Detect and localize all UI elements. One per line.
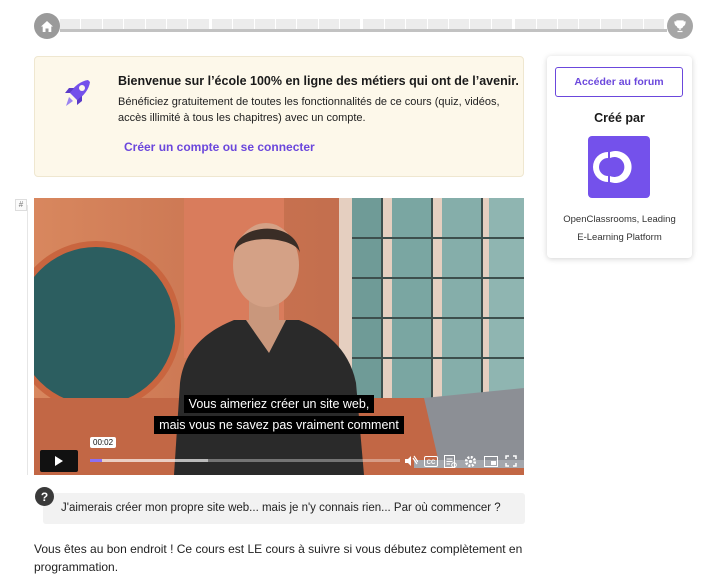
caption-line-1: Vous aimeriez créer un site web, <box>183 395 375 413</box>
author-card: Accéder au forum Créé par OpenClassrooms… <box>547 56 692 258</box>
question-text: J'aimerais créer mon propre site web... … <box>61 502 501 514</box>
subtitles-icon[interactable]: CC <box>423 454 438 468</box>
openclassrooms-logo[interactable] <box>588 136 650 198</box>
settings-gear-icon[interactable] <box>463 454 478 468</box>
created-by-title: Créé par <box>594 111 645 125</box>
caption-line-2-box: mais vous ne savez pas vraiment comment <box>34 416 524 434</box>
caption-line-2: mais vous ne savez pas vraiment comment <box>154 416 404 434</box>
section-guide-line <box>27 205 28 475</box>
author-name[interactable]: OpenClassrooms, Leading E-Learning Platf… <box>547 211 692 247</box>
rocket-icon <box>57 73 97 113</box>
question-mark-icon: ? <box>35 487 54 506</box>
fullscreen-icon[interactable] <box>503 454 518 468</box>
video-controls: 00:02 CC <box>34 437 524 475</box>
question-box: J'aimerais créer mon propre site web... … <box>43 493 525 524</box>
create-account-link[interactable]: Créer un compte ou se connecter <box>124 140 315 154</box>
course-progress-bar <box>0 0 720 52</box>
video-timeline[interactable] <box>90 459 400 462</box>
welcome-banner: Bienvenue sur l’école 100% en ligne des … <box>34 56 524 177</box>
volume-muted-icon[interactable] <box>403 454 418 468</box>
video-player[interactable]: Vous aimeriez créer un site web, mais vo… <box>34 198 524 475</box>
home-icon[interactable] <box>34 13 60 39</box>
transcript-icon[interactable] <box>443 454 458 468</box>
author-name-line1: OpenClassrooms, Leading <box>563 214 676 225</box>
forum-button[interactable]: Accéder au forum <box>555 67 683 97</box>
video-buffer <box>90 459 208 462</box>
anchor-link-icon[interactable]: # <box>15 199 27 211</box>
play-button[interactable] <box>40 450 78 472</box>
intro-paragraph: Vous êtes au bon endroit ! Ce cours est … <box>34 542 523 574</box>
progress-line <box>60 29 667 32</box>
svg-text:CC: CC <box>426 460 435 466</box>
control-icons: CC <box>403 453 518 469</box>
trophy-icon[interactable] <box>667 13 693 39</box>
caption-line-1-box: Vous aimeriez créer un site web, <box>34 395 524 413</box>
author-name-line2: E-Learning Platform <box>577 232 662 243</box>
banner-text: Bénéficiez gratuitement de toutes les fo… <box>118 96 500 124</box>
picture-in-picture-icon[interactable] <box>483 454 498 468</box>
banner-title: Bienvenue sur l’école 100% en ligne des … <box>118 74 519 88</box>
time-indicator: 00:02 <box>90 437 117 448</box>
video-played <box>90 459 103 462</box>
play-icon <box>55 456 63 466</box>
